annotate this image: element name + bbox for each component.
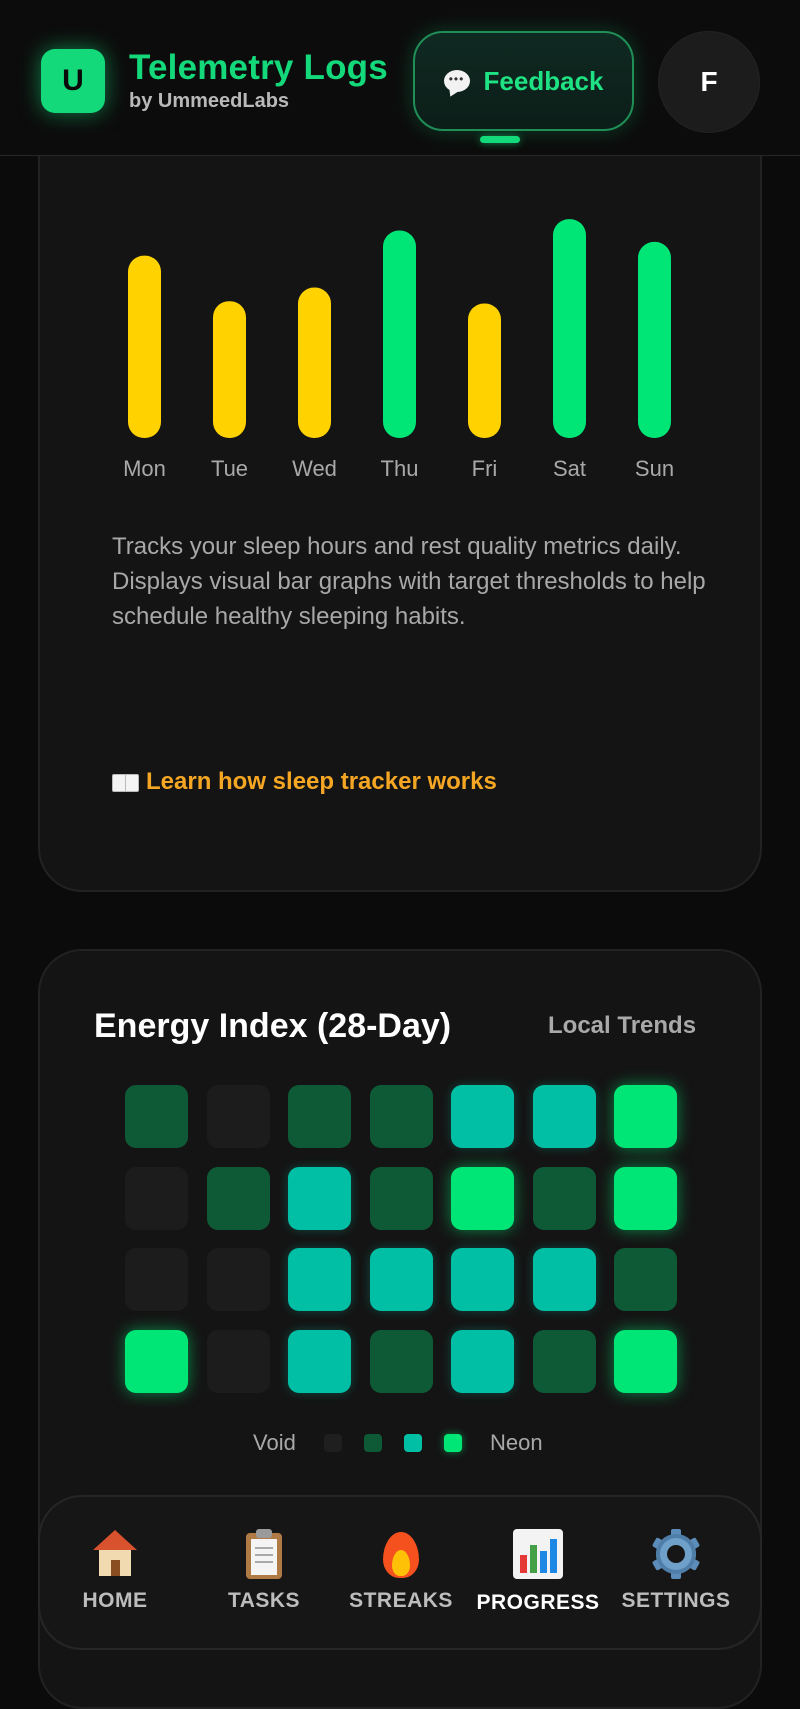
nav-item-progress[interactable]: PROGRESS bbox=[468, 1527, 608, 1615]
nav-label-home: HOME bbox=[82, 1589, 148, 1612]
energy-cell bbox=[125, 1085, 188, 1148]
nav-item-streaks[interactable]: STREAKS bbox=[331, 1527, 471, 1613]
day-label-mon: Mon bbox=[123, 456, 166, 481]
nav-label-streaks: STREAKS bbox=[349, 1589, 453, 1612]
open-book-icon bbox=[112, 772, 139, 792]
energy-cell bbox=[369, 1329, 433, 1393]
day-label-sun: Sun bbox=[634, 456, 675, 481]
nav-label-progress: PROGRESS bbox=[476, 1591, 600, 1614]
energy-cell bbox=[288, 1329, 351, 1393]
energy-index-title: Energy Index (28-Day) bbox=[94, 1007, 452, 1045]
energy-cell bbox=[451, 1085, 514, 1148]
energy-cell bbox=[451, 1329, 514, 1393]
sleep-bar-wed bbox=[298, 287, 331, 438]
energy-cell bbox=[125, 1248, 188, 1311]
sleep-description: Tracks your sleep hours and rest quality… bbox=[112, 533, 706, 630]
app-title: Telemetry Logs bbox=[129, 48, 388, 87]
day-label-tue: Tue bbox=[210, 456, 249, 481]
nav-item-tasks[interactable]: TASKS bbox=[194, 1527, 334, 1613]
energy-cell bbox=[369, 1248, 433, 1311]
app-subtitle: by UmmeedLabs bbox=[129, 90, 290, 112]
energy-cell bbox=[532, 1085, 596, 1148]
energy-cell bbox=[125, 1166, 188, 1230]
legend-low-label: Void bbox=[253, 1430, 296, 1455]
clipboard-icon bbox=[244, 1529, 284, 1579]
energy-cell bbox=[288, 1166, 351, 1230]
sleep-bar-tue bbox=[213, 301, 246, 438]
energy-cell bbox=[206, 1085, 270, 1148]
energy-cell bbox=[614, 1166, 677, 1230]
day-label-thu: Thu bbox=[380, 456, 419, 481]
energy-cell bbox=[614, 1329, 677, 1393]
feedback-button[interactable]: ••• Feedback bbox=[413, 31, 634, 131]
energy-cell bbox=[614, 1248, 677, 1311]
active-tab-indicator bbox=[480, 136, 520, 143]
day-label-sat: Sat bbox=[552, 456, 587, 481]
energy-cell bbox=[125, 1329, 188, 1393]
bar-chart-icon bbox=[513, 1529, 563, 1579]
energy-cell bbox=[206, 1329, 270, 1393]
sleep-bar-sun bbox=[638, 241, 671, 438]
day-label-wed: Wed bbox=[292, 456, 337, 481]
bottom-navigation: HOME TASKS STREAKS PROGRESS SETTINGS bbox=[38, 1495, 762, 1650]
legend-swatch bbox=[324, 1434, 342, 1452]
learn-sleep-tracker-link[interactable]: Learn how sleep tracker works bbox=[112, 768, 497, 796]
nav-label-tasks: TASKS bbox=[227, 1589, 301, 1612]
sleep-bar-thu bbox=[383, 230, 416, 438]
local-trends-label: Local Trends bbox=[548, 1012, 697, 1039]
learn-link-label: Learn how sleep tracker works bbox=[146, 768, 497, 795]
energy-cell bbox=[288, 1085, 351, 1148]
energy-cell bbox=[451, 1166, 514, 1230]
app-header: U Telemetry Logs by UmmeedLabs ••• Feedb… bbox=[0, 0, 800, 156]
energy-cell bbox=[532, 1248, 596, 1311]
app-logo: U bbox=[41, 49, 105, 113]
speech-bubble-icon: ••• bbox=[443, 70, 470, 92]
feedback-label: Feedback bbox=[483, 65, 604, 96]
legend-swatch bbox=[404, 1434, 422, 1452]
sleep-bar-fri bbox=[468, 303, 501, 438]
energy-cell bbox=[206, 1166, 270, 1230]
energy-cell bbox=[532, 1166, 596, 1230]
user-avatar[interactable]: F bbox=[658, 31, 760, 133]
legend-high-label: Neon bbox=[490, 1430, 543, 1455]
energy-cell bbox=[206, 1248, 270, 1311]
legend-swatch bbox=[444, 1434, 462, 1452]
energy-cell bbox=[451, 1248, 514, 1311]
day-label-fri: Fri bbox=[471, 456, 498, 481]
energy-cell bbox=[532, 1329, 596, 1393]
gear-icon bbox=[651, 1529, 701, 1579]
nav-item-home[interactable]: HOME bbox=[45, 1527, 185, 1613]
legend-swatch bbox=[364, 1434, 382, 1452]
house-icon bbox=[91, 1530, 139, 1578]
energy-cell bbox=[369, 1166, 433, 1230]
sleep-bar-sat bbox=[553, 219, 586, 438]
nav-item-settings[interactable]: SETTINGS bbox=[606, 1527, 746, 1613]
nav-label-settings: SETTINGS bbox=[621, 1589, 731, 1612]
energy-cell bbox=[288, 1248, 351, 1311]
energy-cell bbox=[614, 1085, 677, 1148]
energy-cell bbox=[369, 1085, 433, 1148]
fire-icon bbox=[379, 1528, 423, 1580]
sleep-bar-mon bbox=[128, 255, 161, 438]
